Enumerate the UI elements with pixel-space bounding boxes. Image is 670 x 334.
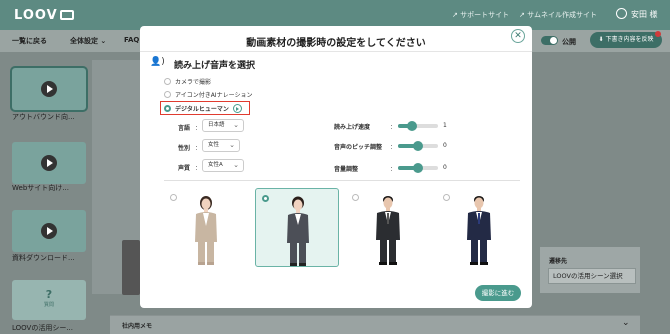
- preview-video: [122, 240, 140, 295]
- sidebar-item-label: アウトバウンド向...: [12, 113, 75, 121]
- close-icon[interactable]: ✕: [511, 29, 525, 43]
- language-select[interactable]: 日本語 ⌄: [202, 119, 244, 132]
- colon: ：: [390, 166, 397, 173]
- option-camera[interactable]: カメラで撮影: [164, 77, 211, 86]
- avatar-man-navy: [467, 196, 491, 265]
- chevron-down-icon: ⌄: [233, 121, 239, 129]
- slider-handle[interactable]: [413, 141, 423, 151]
- public-toggle[interactable]: [541, 36, 558, 45]
- avatar-woman-beige: [195, 196, 217, 265]
- colon: ：: [195, 145, 202, 152]
- avatar-man-black: [376, 196, 400, 265]
- colon: ：: [195, 165, 202, 172]
- gender-label: 性別: [178, 145, 191, 152]
- avatar-woman-gray: [287, 196, 309, 266]
- chevron-down-icon: ⌄: [233, 161, 239, 169]
- destination-select[interactable]: LOOVの活用シーン選択: [548, 268, 636, 284]
- colon: ：: [390, 144, 397, 151]
- colon: ：: [195, 125, 202, 132]
- option-ai-narration[interactable]: アイコン付きAIナレーション: [164, 90, 252, 99]
- avatar-card-selected[interactable]: [255, 188, 339, 267]
- avatar-card[interactable]: [346, 188, 430, 267]
- save-draft-button[interactable]: ⬇ 下書き内容を反映: [590, 32, 662, 48]
- public-label: 公開: [562, 38, 576, 46]
- avatar-radio[interactable]: [170, 194, 177, 201]
- language-label: 言語: [178, 125, 191, 132]
- play-icon: [41, 81, 57, 97]
- thumbnail-site-link[interactable]: ↗ サムネイル作成サイト: [519, 10, 597, 20]
- slider-handle[interactable]: [407, 121, 417, 131]
- loov-logo[interactable]: LOOV: [14, 8, 74, 23]
- chevron-down-icon: ⌄: [229, 141, 235, 149]
- sidebar-thumb[interactable]: [10, 66, 88, 112]
- pitch-label: 音声のピッチ調整: [334, 144, 383, 151]
- sidebar-item-label: 資料ダウンロード...: [12, 254, 75, 262]
- speaker-icon: 👤): [150, 57, 165, 67]
- pitch-value: 0: [443, 142, 447, 149]
- radio-ai-narration[interactable]: [164, 91, 171, 98]
- play-icon: [41, 155, 57, 171]
- settings-modal: 動画素材の撮影時の設定をしてください ✕ 👤) 読み上げ音声を選択 カメラで撮影…: [140, 26, 532, 308]
- avatar-radio[interactable]: [352, 194, 359, 201]
- sidebar-thumb-question[interactable]: ? 質問: [12, 280, 86, 320]
- memo-bar[interactable]: [110, 315, 640, 334]
- faq-button[interactable]: FAQ: [124, 36, 139, 44]
- divider: [164, 180, 520, 181]
- voice-label: 声質: [178, 165, 191, 172]
- avatar-radio[interactable]: [262, 195, 269, 202]
- modal-title: 動画素材の撮影時の設定をしてください: [246, 38, 426, 49]
- destination-title: 遷移先: [549, 258, 568, 265]
- radio-camera[interactable]: [164, 78, 171, 85]
- divider: [140, 51, 532, 52]
- volume-value: 0: [443, 164, 447, 171]
- question-mark: ?: [45, 288, 53, 301]
- memo-label: 社内用メモ: [122, 323, 153, 330]
- option-digital-human[interactable]: デジタルヒューマン: [164, 104, 242, 113]
- avatar-card[interactable]: [164, 188, 248, 267]
- speed-value: 1: [443, 122, 447, 129]
- sidebar-thumb[interactable]: [12, 142, 86, 184]
- next-button[interactable]: 撮影に進む: [475, 285, 521, 301]
- play-icon: [41, 223, 57, 239]
- colon: ：: [390, 124, 397, 131]
- voice-select[interactable]: 女性A ⌄: [202, 159, 244, 172]
- speed-slider[interactable]: [398, 121, 438, 131]
- sidebar-item-label: LOOVの活用シー...: [12, 324, 74, 332]
- sidebar-thumb[interactable]: [12, 210, 86, 252]
- question-sub: 質問: [43, 302, 54, 308]
- global-settings-button[interactable]: 全体設定 ⌄: [70, 36, 106, 46]
- radio-digital-human[interactable]: [164, 105, 171, 112]
- avatar-radio[interactable]: [443, 194, 450, 201]
- pitch-slider[interactable]: [398, 141, 438, 151]
- notification-dot: [655, 31, 661, 37]
- speed-label: 読み上げ速度: [334, 124, 371, 131]
- avatar-card[interactable]: [437, 188, 521, 267]
- user-menu[interactable]: 安田 様: [616, 8, 658, 20]
- slider-handle[interactable]: [413, 163, 423, 173]
- volume-label: 音量調整: [334, 166, 359, 173]
- chevron-down-icon[interactable]: ⌄: [622, 318, 630, 328]
- support-site-link[interactable]: ↗ サポートサイト: [452, 10, 509, 20]
- user-icon: [616, 8, 627, 19]
- sidebar-item-label: Webサイト向け...: [12, 184, 69, 192]
- gender-select[interactable]: 女性 ⌄: [202, 139, 240, 152]
- section-title: 読み上げ音声を選択: [174, 61, 256, 71]
- back-button[interactable]: 一覧に戻る: [12, 36, 47, 46]
- play-icon[interactable]: [232, 104, 242, 113]
- volume-slider[interactable]: [398, 163, 438, 173]
